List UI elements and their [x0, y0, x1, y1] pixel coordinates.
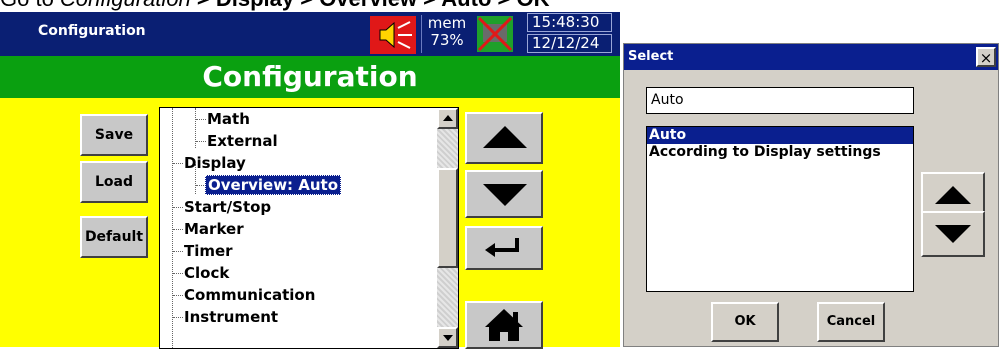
options-list[interactable]: Auto According to Display settings: [646, 126, 914, 292]
mem-value: 73%: [430, 31, 464, 49]
cancel-button[interactable]: Cancel: [817, 302, 885, 342]
alarm-speaker-icon[interactable]: [370, 16, 416, 54]
tree-connector: [172, 108, 173, 348]
tree-item-marker[interactable]: Marker: [184, 218, 244, 240]
enter-icon: [485, 238, 519, 257]
tree-item-label: Timer: [184, 242, 233, 260]
memory-indicator: mem 73%: [421, 15, 472, 53]
config-tree[interactable]: Math External Display Overview: Auto Sta…: [159, 107, 459, 349]
window-title: Configuration: [38, 23, 146, 39]
option-down-button[interactable]: [921, 211, 985, 257]
tree-item-communication[interactable]: Communication: [184, 284, 315, 306]
date-text: 12/12/24: [527, 34, 612, 53]
option-display-settings[interactable]: According to Display settings: [647, 144, 913, 161]
tree-item-label: Start/Stop: [184, 198, 272, 216]
device-titlebar: Configuration mem 73% 15:48:30 12/12/24: [0, 12, 620, 56]
scroll-thumb[interactable]: [437, 168, 458, 268]
tree-scrollbar[interactable]: [437, 108, 458, 348]
option-auto[interactable]: Auto: [647, 127, 913, 144]
scroll-up-button[interactable]: [437, 108, 458, 129]
tree-item-label: Communication: [184, 286, 316, 304]
save-button[interactable]: Save: [80, 114, 148, 156]
load-button[interactable]: Load: [80, 161, 148, 203]
tree-item-instrument[interactable]: Instrument: [184, 306, 278, 328]
tree-connector: [196, 119, 206, 120]
device-screen: Configuration mem 73% 15:48:30 12/12/24 …: [0, 12, 620, 349]
tree-item-display[interactable]: Display: [184, 152, 246, 174]
tree-item-label: Clock: [184, 264, 230, 282]
tree-item-label: Instrument: [184, 308, 279, 326]
time-text: 15:48:30: [527, 13, 612, 32]
tree-connector: [196, 141, 206, 142]
mem-label: mem: [427, 14, 467, 32]
tree-connector: [173, 273, 183, 274]
up-button[interactable]: [465, 112, 543, 164]
home-icon: [485, 309, 523, 341]
ok-button[interactable]: OK: [711, 302, 779, 342]
tree-connector: [173, 295, 183, 296]
tree-item-label: External: [207, 132, 278, 150]
default-button[interactable]: Default: [80, 216, 148, 258]
caption-prefix: Go to: [0, 0, 60, 11]
datetime: 15:48:30 12/12/24: [527, 13, 612, 53]
tree-connector: [173, 229, 183, 230]
tree-item-external[interactable]: External: [207, 130, 278, 152]
down-arrow-icon: [935, 225, 971, 243]
page-title: Configuration: [0, 56, 620, 98]
close-button[interactable]: ×: [976, 47, 996, 67]
tree-item-start-stop[interactable]: Start/Stop: [184, 196, 271, 218]
network-disconnected-icon: [477, 16, 513, 52]
tree-connector: [173, 163, 183, 164]
tree-connector: [173, 317, 183, 318]
dialog-title: Select: [628, 49, 674, 64]
caption-bold: > Display > Overview > Auto > OK: [191, 0, 550, 11]
dialog-titlebar: Select: [624, 44, 998, 70]
select-dialog: Select × Auto Auto According to Display …: [623, 43, 999, 347]
tree-item-label: Math: [207, 110, 250, 128]
tree-connector: [195, 108, 196, 148]
caption-italic: Configuration: [60, 0, 191, 11]
scroll-up-icon: [443, 115, 453, 121]
tree-item-label: Overview: Auto: [205, 175, 342, 195]
down-arrow-icon: [483, 184, 527, 206]
tree-item-timer[interactable]: Timer: [184, 240, 233, 262]
enter-button[interactable]: [465, 226, 543, 270]
tree-item-label: Display: [184, 154, 246, 172]
scroll-down-icon: [443, 335, 453, 341]
tree-connector: [173, 251, 183, 252]
up-arrow-icon: [483, 126, 527, 148]
tree-item-math[interactable]: Math: [207, 108, 250, 130]
tree-item-overview[interactable]: Overview: Auto: [205, 174, 342, 196]
up-arrow-icon: [935, 186, 971, 204]
tree-item-clock[interactable]: Clock: [184, 262, 229, 284]
home-button[interactable]: [465, 301, 543, 349]
down-button[interactable]: [465, 170, 543, 218]
selection-field[interactable]: Auto: [646, 87, 914, 114]
scroll-down-button[interactable]: [437, 327, 458, 348]
tree-item-label: Marker: [184, 220, 244, 238]
close-icon: ×: [979, 49, 993, 67]
tree-connector: [173, 207, 183, 208]
